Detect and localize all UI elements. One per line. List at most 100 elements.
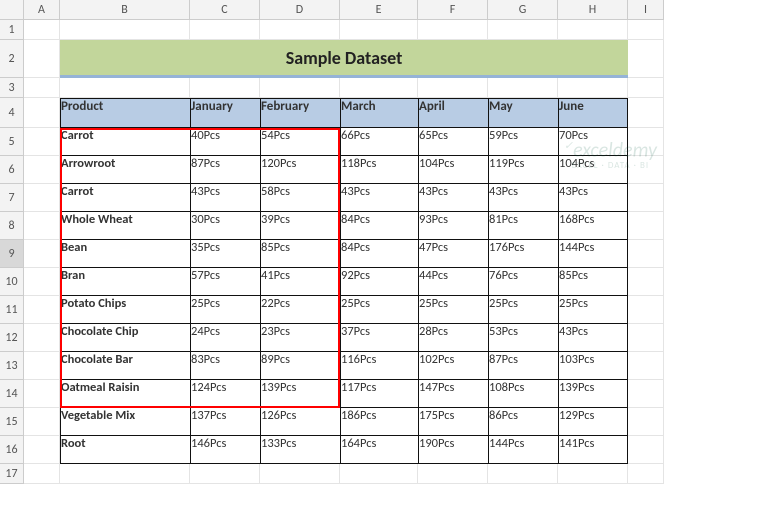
row-header-17[interactable]: 17: [0, 464, 24, 484]
row-header-12[interactable]: 12: [0, 324, 24, 352]
value-cell[interactable]: 58Pcs: [260, 184, 340, 212]
col-header-I[interactable]: I: [628, 0, 664, 20]
col-header-G[interactable]: G: [488, 0, 558, 20]
cell[interactable]: [24, 464, 60, 484]
product-cell[interactable]: Carrot: [60, 128, 190, 156]
row-header-11[interactable]: 11: [0, 296, 24, 324]
row-header-3[interactable]: 3: [0, 78, 24, 98]
value-cell[interactable]: 186Pcs: [340, 408, 418, 436]
cell[interactable]: [24, 380, 60, 408]
value-cell[interactable]: 70Pcs: [558, 128, 628, 156]
value-cell[interactable]: 40Pcs: [190, 128, 260, 156]
cell[interactable]: [24, 268, 60, 296]
cell[interactable]: [24, 436, 60, 464]
value-cell[interactable]: 66Pcs: [340, 128, 418, 156]
value-cell[interactable]: 85Pcs: [558, 268, 628, 296]
value-cell[interactable]: 126Pcs: [260, 408, 340, 436]
col-header-D[interactable]: D: [260, 0, 340, 20]
row-header-16[interactable]: 16: [0, 436, 24, 464]
value-cell[interactable]: 25Pcs: [418, 296, 488, 324]
row-header-9[interactable]: 9: [0, 240, 24, 268]
value-cell[interactable]: 35Pcs: [190, 240, 260, 268]
value-cell[interactable]: 118Pcs: [340, 156, 418, 184]
value-cell[interactable]: 84Pcs: [340, 240, 418, 268]
value-cell[interactable]: 22Pcs: [260, 296, 340, 324]
value-cell[interactable]: 129Pcs: [558, 408, 628, 436]
cell[interactable]: [340, 464, 418, 484]
value-cell[interactable]: 93Pcs: [418, 212, 488, 240]
cell[interactable]: [24, 352, 60, 380]
value-cell[interactable]: 57Pcs: [190, 268, 260, 296]
value-cell[interactable]: 41Pcs: [260, 268, 340, 296]
cell[interactable]: [628, 380, 664, 408]
value-cell[interactable]: 43Pcs: [558, 184, 628, 212]
value-cell[interactable]: 85Pcs: [260, 240, 340, 268]
col-header-A[interactable]: A: [24, 0, 60, 20]
col-header-E[interactable]: E: [340, 0, 418, 20]
value-cell[interactable]: 116Pcs: [340, 352, 418, 380]
value-cell[interactable]: 44Pcs: [418, 268, 488, 296]
value-cell[interactable]: 84Pcs: [340, 212, 418, 240]
value-cell[interactable]: 133Pcs: [260, 436, 340, 464]
col-header-B[interactable]: B: [60, 0, 190, 20]
product-cell[interactable]: Oatmeal Raisin: [60, 380, 190, 408]
row-header-5[interactable]: 5: [0, 128, 24, 156]
cell[interactable]: [24, 20, 60, 40]
cell[interactable]: [60, 20, 190, 40]
cell[interactable]: [628, 78, 664, 98]
cell[interactable]: [628, 268, 664, 296]
value-cell[interactable]: 86Pcs: [488, 408, 558, 436]
value-cell[interactable]: 117Pcs: [340, 380, 418, 408]
cell[interactable]: [24, 156, 60, 184]
value-cell[interactable]: 108Pcs: [488, 380, 558, 408]
cell[interactable]: [24, 212, 60, 240]
value-cell[interactable]: 102Pcs: [418, 352, 488, 380]
cell[interactable]: [190, 78, 260, 98]
product-cell[interactable]: Chocolate Bar: [60, 352, 190, 380]
row-header-1[interactable]: 1: [0, 20, 24, 40]
cell[interactable]: [488, 20, 558, 40]
cell[interactable]: [24, 408, 60, 436]
col-header-H[interactable]: H: [558, 0, 628, 20]
value-cell[interactable]: 137Pcs: [190, 408, 260, 436]
value-cell[interactable]: 103Pcs: [558, 352, 628, 380]
value-cell[interactable]: 176Pcs: [488, 240, 558, 268]
row-header-4[interactable]: 4: [0, 98, 24, 128]
product-cell[interactable]: Bean: [60, 240, 190, 268]
value-cell[interactable]: 104Pcs: [418, 156, 488, 184]
value-cell[interactable]: 168Pcs: [558, 212, 628, 240]
cell[interactable]: [488, 464, 558, 484]
value-cell[interactable]: 104Pcs: [558, 156, 628, 184]
value-cell[interactable]: 25Pcs: [340, 296, 418, 324]
value-cell[interactable]: 141Pcs: [558, 436, 628, 464]
product-cell[interactable]: Chocolate Chip: [60, 324, 190, 352]
cell[interactable]: [24, 78, 60, 98]
value-cell[interactable]: 30Pcs: [190, 212, 260, 240]
row-header-6[interactable]: 6: [0, 156, 24, 184]
value-cell[interactable]: 54Pcs: [260, 128, 340, 156]
row-header-8[interactable]: 8: [0, 212, 24, 240]
cell[interactable]: [488, 78, 558, 98]
cell[interactable]: [260, 464, 340, 484]
value-cell[interactable]: 43Pcs: [418, 184, 488, 212]
product-cell[interactable]: Bran: [60, 268, 190, 296]
select-all-corner[interactable]: [0, 0, 24, 20]
product-cell[interactable]: Carrot: [60, 184, 190, 212]
cell[interactable]: [24, 240, 60, 268]
cell[interactable]: [418, 78, 488, 98]
value-cell[interactable]: 147Pcs: [418, 380, 488, 408]
value-cell[interactable]: 24Pcs: [190, 324, 260, 352]
cell[interactable]: [418, 20, 488, 40]
cell[interactable]: [60, 464, 190, 484]
product-cell[interactable]: Potato Chips: [60, 296, 190, 324]
col-header-F[interactable]: F: [418, 0, 488, 20]
cell[interactable]: [628, 40, 664, 78]
row-header-15[interactable]: 15: [0, 408, 24, 436]
value-cell[interactable]: 164Pcs: [340, 436, 418, 464]
cell[interactable]: [558, 20, 628, 40]
cell[interactable]: [628, 184, 664, 212]
value-cell[interactable]: 47Pcs: [418, 240, 488, 268]
cell[interactable]: [190, 20, 260, 40]
product-cell[interactable]: Whole Wheat: [60, 212, 190, 240]
value-cell[interactable]: 43Pcs: [488, 184, 558, 212]
